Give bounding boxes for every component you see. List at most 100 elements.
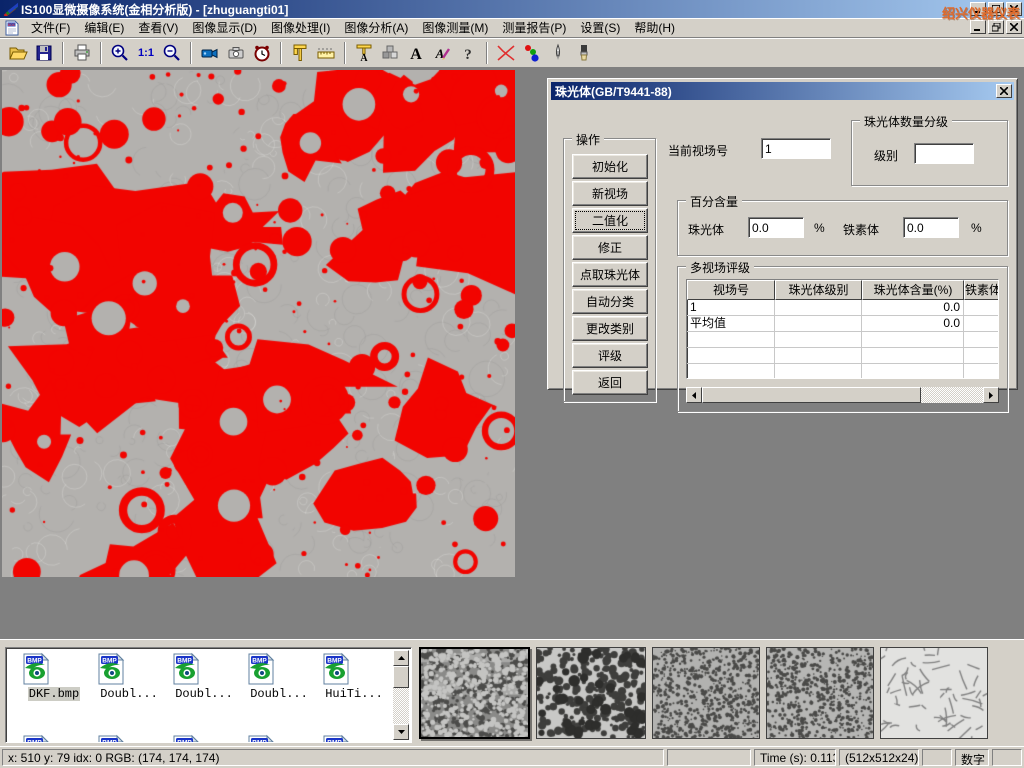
change-class-button[interactable]: 更改类别 (572, 316, 648, 341)
file-name[interactable]: HuiTi... (324, 687, 384, 701)
thumbnail-2[interactable] (536, 647, 646, 739)
ruler-icon[interactable] (314, 41, 338, 65)
initialize-button[interactable]: 初始化 (572, 154, 648, 179)
file-item[interactable]: BMP (318, 734, 390, 743)
header-pearlite-level[interactable]: 珠光体级别 (775, 280, 862, 300)
micrograph-image[interactable] (2, 70, 515, 577)
scroll-track[interactable] (393, 666, 409, 724)
pearlite-percent-input[interactable] (748, 217, 804, 238)
minimize-button[interactable] (970, 2, 986, 16)
menu-image-display[interactable]: 图像显示(D) (185, 17, 264, 38)
file-item[interactable]: BMPDKF.bmp (18, 652, 90, 701)
print-icon[interactable] (70, 41, 94, 65)
file-list-vscrollbar[interactable] (393, 650, 409, 740)
binarize-button[interactable]: 二值化 (572, 208, 648, 233)
file-item[interactable]: BMP (93, 734, 165, 743)
file-item[interactable]: BMPDoubl... (243, 652, 315, 701)
file-name[interactable]: Doubl... (174, 687, 234, 701)
status-mode: 数字 (955, 749, 989, 766)
thumbnail-5[interactable] (880, 647, 988, 739)
menu-settings[interactable]: 设置(S) (573, 17, 627, 38)
file-item[interactable]: BMP (243, 734, 315, 743)
cell-pearlite: 0.0 (862, 300, 964, 316)
window-title: IS100显微摄像系统(金相分析版) - [zhuguangti01] (21, 1, 288, 18)
header-field-no[interactable]: 视场号 (687, 280, 775, 300)
menu-view[interactable]: 查看(V) (131, 17, 185, 38)
measure-text-icon[interactable]: A (352, 41, 376, 65)
thumbnail-4[interactable] (766, 647, 874, 739)
actual-size-icon[interactable]: 1:1 (134, 41, 158, 65)
menu-report[interactable]: 测量报告(P) (495, 17, 573, 38)
zoom-in-icon[interactable] (108, 41, 132, 65)
table-row[interactable]: 平均值 0.0 (687, 316, 998, 332)
mdi-workspace: 珠光体(GB/T9441-88) 操作 初始化 新视场 二值化 修正 点取珠光体… (0, 68, 1024, 639)
auto-classify-button[interactable]: 自动分类 (572, 289, 648, 314)
curve-icon[interactable] (494, 41, 518, 65)
file-item[interactable]: BMPDoubl... (168, 652, 240, 701)
child-close-button[interactable] (1006, 20, 1022, 34)
header-pearlite-pct[interactable]: 珠光体含量(%) (862, 280, 964, 300)
svg-text:BMP: BMP (252, 740, 267, 744)
file-item[interactable]: BMP (18, 734, 90, 743)
ferrite-percent-input[interactable] (903, 217, 959, 238)
video-camera-icon[interactable] (198, 41, 222, 65)
level-input[interactable] (914, 143, 974, 164)
menu-image-analysis[interactable]: 图像分析(A) (337, 17, 415, 38)
file-name[interactable]: Doubl... (99, 687, 159, 701)
grid-icon[interactable] (378, 41, 402, 65)
help-icon[interactable]: ? (456, 41, 480, 65)
file-name[interactable]: DKF.bmp (28, 687, 80, 701)
thumbnail-1[interactable] (419, 647, 530, 739)
pen-icon[interactable] (546, 41, 570, 65)
rate-button[interactable]: 评级 (572, 343, 648, 368)
zoom-out-icon[interactable] (160, 41, 184, 65)
rating-table[interactable]: 视场号 珠光体级别 珠光体含量(%) 铁素体含量(%) 1 0.0 (686, 279, 999, 379)
dialog-title-bar[interactable]: 珠光体(GB/T9441-88) (551, 82, 1014, 100)
maximize-button[interactable] (988, 2, 1004, 16)
menu-edit[interactable]: 编辑(E) (77, 17, 131, 38)
file-item[interactable]: BMPHuiTi... (318, 652, 390, 701)
caliper-icon[interactable] (288, 41, 312, 65)
file-list[interactable]: BMPDKF.bmpBMPDoubl...BMPDoubl...BMPDoubl… (5, 647, 412, 743)
document-system-icon[interactable]: DOC (4, 20, 20, 36)
thumbnail-3[interactable] (652, 647, 760, 739)
child-minimize-button[interactable] (970, 20, 986, 34)
annotate-icon[interactable]: A (430, 41, 454, 65)
cell-field: 平均值 (687, 316, 775, 332)
new-field-button[interactable]: 新视场 (572, 181, 648, 206)
toolbar-separator (486, 42, 488, 64)
current-field-input[interactable] (761, 138, 831, 159)
table-row[interactable]: 1 0.0 (687, 300, 998, 316)
pick-pearlite-button[interactable]: 点取珠光体 (572, 262, 648, 287)
close-button[interactable] (1006, 2, 1022, 16)
dialog-close-button[interactable] (996, 84, 1012, 98)
text-icon[interactable]: A (404, 41, 428, 65)
menu-file[interactable]: 文件(F) (24, 17, 77, 38)
brush-icon[interactable] (572, 41, 596, 65)
file-browser-panel: BMPDKF.bmpBMPDoubl...BMPDoubl...BMPDoubl… (0, 639, 1024, 746)
capture-icon[interactable] (224, 41, 248, 65)
correct-button[interactable]: 修正 (572, 235, 648, 260)
scroll-track[interactable] (702, 387, 983, 403)
file-name[interactable]: Doubl... (249, 687, 309, 701)
scroll-thumb[interactable] (393, 666, 409, 688)
scroll-left-icon[interactable] (686, 387, 702, 403)
menu-image-processing[interactable]: 图像处理(I) (264, 17, 337, 38)
child-restore-button[interactable] (988, 20, 1004, 34)
scroll-down-icon[interactable] (393, 724, 409, 740)
scroll-thumb[interactable] (702, 387, 921, 403)
classify-dots-icon[interactable] (520, 41, 544, 65)
table-hscrollbar[interactable] (686, 387, 999, 403)
file-item[interactable]: BMPDoubl... (93, 652, 165, 701)
bmp-file-icon: BMP (18, 734, 52, 743)
scroll-right-icon[interactable] (983, 387, 999, 403)
file-item[interactable]: BMP (168, 734, 240, 743)
open-icon[interactable] (6, 41, 30, 65)
scroll-up-icon[interactable] (393, 650, 409, 666)
clock-icon[interactable] (250, 41, 274, 65)
save-icon[interactable] (32, 41, 56, 65)
menu-help[interactable]: 帮助(H) (627, 17, 682, 38)
header-ferrite-pct[interactable]: 铁素体含量(%) (964, 280, 999, 300)
menu-image-measure[interactable]: 图像测量(M) (415, 17, 495, 38)
return-button[interactable]: 返回 (572, 370, 648, 395)
